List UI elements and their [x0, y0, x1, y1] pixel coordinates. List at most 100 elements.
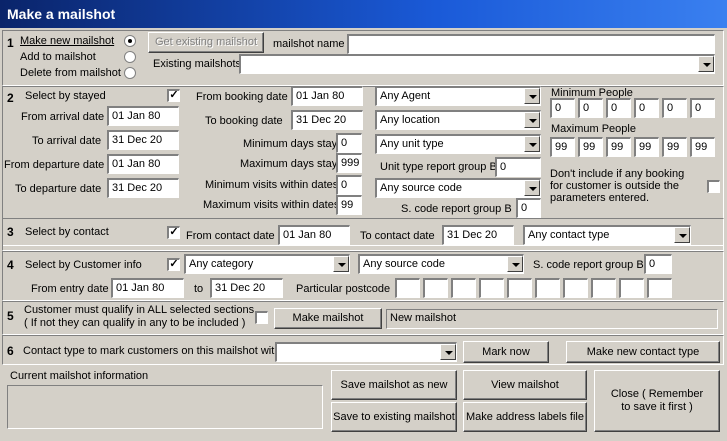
to-contact-date-input[interactable]: 31 Dec 20: [442, 225, 514, 245]
scode-report-group-input[interactable]: 0: [516, 198, 541, 218]
section-4-number: 4: [7, 258, 14, 272]
chevron-down-icon[interactable]: [524, 112, 540, 128]
existing-mailshots-dropdown[interactable]: [239, 54, 715, 74]
mailshot-name-input[interactable]: [347, 34, 715, 54]
source-code-value: Any source code: [380, 182, 462, 194]
min-visits-input[interactable]: 0: [336, 175, 362, 195]
chevron-down-icon[interactable]: [674, 227, 690, 243]
min-people-input[interactable]: 0: [690, 98, 715, 118]
postcode-char-input[interactable]: [507, 278, 532, 298]
mailshot-dialog: 1 Make new mailshot Add to mailshot Dele…: [0, 28, 727, 441]
mark-contact-type-dropdown[interactable]: [275, 342, 457, 362]
customer-scode-group-input[interactable]: 0: [644, 254, 672, 274]
delete-from-mailshot-radio[interactable]: [124, 67, 136, 79]
from-entry-date-input[interactable]: 01 Jan 80: [111, 278, 184, 298]
make-new-contact-type-button[interactable]: Make new contact type: [566, 341, 720, 363]
mark-contact-type-label: Contact type to mark customers on this m…: [23, 345, 281, 357]
select-by-stayed-label: Select by stayed: [25, 90, 106, 102]
postcode-char-input[interactable]: [451, 278, 476, 298]
min-people-input[interactable]: 0: [662, 98, 687, 118]
postcode-char-input[interactable]: [395, 278, 420, 298]
postcode-char-input[interactable]: [563, 278, 588, 298]
max-visits-input[interactable]: 99: [336, 195, 362, 215]
select-by-contact-checkbox[interactable]: ✓: [167, 226, 180, 239]
to-entry-date-input[interactable]: 31 Dec 20: [210, 278, 283, 298]
min-people-input[interactable]: 0: [550, 98, 575, 118]
existing-mailshots-label: Existing mailshots: [153, 58, 242, 70]
make-mailshot-button[interactable]: Make mailshot: [274, 308, 382, 329]
chevron-down-icon[interactable]: [524, 136, 540, 152]
chevron-down-icon[interactable]: [440, 344, 456, 360]
close-button[interactable]: Close ( Remember to save it first ): [594, 370, 720, 432]
max-people-input[interactable]: 99: [606, 137, 631, 157]
postcode-char-input[interactable]: [619, 278, 644, 298]
customer-scode-group-label: S. code report group B: [533, 259, 644, 271]
section-6-number: 6: [7, 344, 14, 358]
contact-type-dropdown[interactable]: Any contact type: [523, 225, 691, 245]
postcode-char-input[interactable]: [423, 278, 448, 298]
category-dropdown[interactable]: Any category: [184, 254, 350, 274]
view-mailshot-button[interactable]: View mailshot: [463, 370, 587, 400]
postcode-char-input[interactable]: [535, 278, 560, 298]
make-address-labels-button[interactable]: Make address labels file: [463, 402, 587, 432]
make-new-mailshot-radio[interactable]: [124, 35, 136, 47]
qualify-any-text: ( If not they can qualify in any to be i…: [24, 317, 246, 329]
postcode-char-input[interactable]: [591, 278, 616, 298]
to-arrival-date-input[interactable]: 31 Dec 20: [107, 130, 179, 150]
from-arrival-date-input[interactable]: 01 Jan 80: [107, 106, 179, 126]
agent-dropdown[interactable]: Any Agent: [375, 86, 541, 106]
to-entry-date-label: to: [194, 283, 204, 295]
location-dropdown[interactable]: Any location: [375, 110, 541, 130]
save-mailshot-as-new-button[interactable]: Save mailshot as new: [331, 370, 457, 400]
min-people-input[interactable]: 0: [634, 98, 659, 118]
to-departure-date-label: To departure date: [15, 183, 102, 195]
postcode-char-input[interactable]: [479, 278, 504, 298]
qualify-all-checkbox[interactable]: [255, 311, 268, 324]
location-value: Any location: [380, 114, 440, 126]
max-people-input[interactable]: 99: [578, 137, 603, 157]
min-people-input[interactable]: 0: [578, 98, 603, 118]
max-people-input[interactable]: 99: [550, 137, 575, 157]
source-code-dropdown[interactable]: Any source code: [375, 178, 541, 198]
qualify-all-text: Customer must qualify in ALL selected se…: [24, 304, 258, 316]
postcode-char-input[interactable]: [647, 278, 672, 298]
from-booking-date-input[interactable]: 01 Jan 80: [291, 86, 363, 106]
add-to-mailshot-radio[interactable]: [124, 51, 136, 63]
section-1-number: 1: [7, 36, 14, 50]
unit-type-dropdown[interactable]: Any unit type: [375, 134, 541, 154]
max-people-input[interactable]: 99: [662, 137, 687, 157]
mark-now-button[interactable]: Mark now: [463, 341, 549, 363]
section-3-number: 3: [7, 225, 14, 239]
get-existing-mailshot-button[interactable]: Get existing mailshot: [148, 32, 264, 53]
unit-type-report-group-input[interactable]: 0: [495, 157, 541, 177]
select-by-customer-info-checkbox[interactable]: ✓: [167, 258, 180, 271]
min-people-input[interactable]: 0: [606, 98, 631, 118]
to-departure-date-input[interactable]: 31 Dec 20: [107, 178, 179, 198]
customer-source-code-dropdown[interactable]: Any source code: [358, 254, 524, 274]
dont-include-text: Don't include if any booking for custome…: [550, 168, 685, 204]
from-departure-date-input[interactable]: 01 Jan 80: [107, 154, 179, 174]
chevron-down-icon[interactable]: [698, 56, 714, 72]
to-contact-date-label: To contact date: [360, 230, 435, 242]
chevron-down-icon[interactable]: [507, 256, 523, 272]
save-to-existing-mailshot-button[interactable]: Save to existing mailshot: [331, 402, 457, 432]
select-by-stayed-checkbox[interactable]: ✓: [167, 89, 180, 102]
max-people-input[interactable]: 99: [690, 137, 715, 157]
max-days-stay-input[interactable]: 999: [336, 153, 362, 173]
max-visits-label: Maximum visits within dates: [203, 199, 340, 211]
chevron-down-icon[interactable]: [524, 180, 540, 196]
agent-value: Any Agent: [380, 90, 431, 102]
chevron-down-icon[interactable]: [524, 88, 540, 104]
delete-from-mailshot-label: Delete from mailshot: [20, 67, 121, 79]
dont-include-checkbox[interactable]: [707, 180, 720, 193]
maximum-people-label: Maximum People: [551, 123, 636, 135]
from-entry-date-label: From entry date: [31, 283, 109, 295]
window-title: Make a mailshot: [7, 6, 116, 22]
to-booking-date-input[interactable]: 31 Dec 20: [291, 110, 363, 130]
from-contact-date-input[interactable]: 01 Jan 80: [278, 225, 350, 245]
min-days-stay-label: Minimum days stay: [243, 138, 338, 150]
min-days-stay-input[interactable]: 0: [336, 133, 362, 153]
max-people-input[interactable]: 99: [634, 137, 659, 157]
add-to-mailshot-label: Add to mailshot: [20, 51, 96, 63]
chevron-down-icon[interactable]: [333, 256, 349, 272]
